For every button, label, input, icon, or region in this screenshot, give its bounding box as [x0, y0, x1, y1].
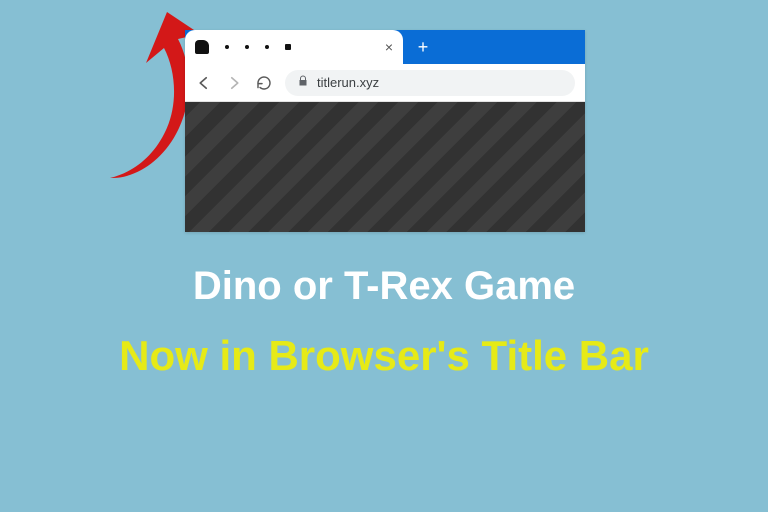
- reload-button[interactable]: [255, 74, 273, 92]
- forward-button[interactable]: [225, 74, 243, 92]
- close-tab-button[interactable]: ×: [385, 39, 393, 55]
- address-bar[interactable]: titlerun.xyz: [285, 70, 575, 96]
- lock-icon: [297, 74, 309, 92]
- browser-mockup: × + titlerun.xyz: [185, 30, 585, 232]
- back-button[interactable]: [195, 74, 213, 92]
- plus-icon: +: [418, 37, 429, 58]
- headline-secondary: Now in Browser's Title Bar: [0, 330, 768, 383]
- browser-toolbar: titlerun.xyz: [185, 64, 585, 102]
- page-content-placeholder: [185, 102, 585, 232]
- obstacle-dot-icon: [245, 45, 249, 49]
- browser-tab[interactable]: ×: [185, 30, 403, 64]
- tab-strip: × +: [185, 30, 585, 64]
- tab-title-game: [195, 40, 375, 54]
- obstacle-block-icon: [285, 44, 291, 50]
- dino-icon: [195, 40, 209, 54]
- obstacle-dot-icon: [265, 45, 269, 49]
- new-tab-button[interactable]: +: [409, 33, 437, 61]
- obstacle-dot-icon: [225, 45, 229, 49]
- url-text: titlerun.xyz: [317, 75, 379, 90]
- headline-primary: Dino or T-Rex Game: [0, 264, 768, 309]
